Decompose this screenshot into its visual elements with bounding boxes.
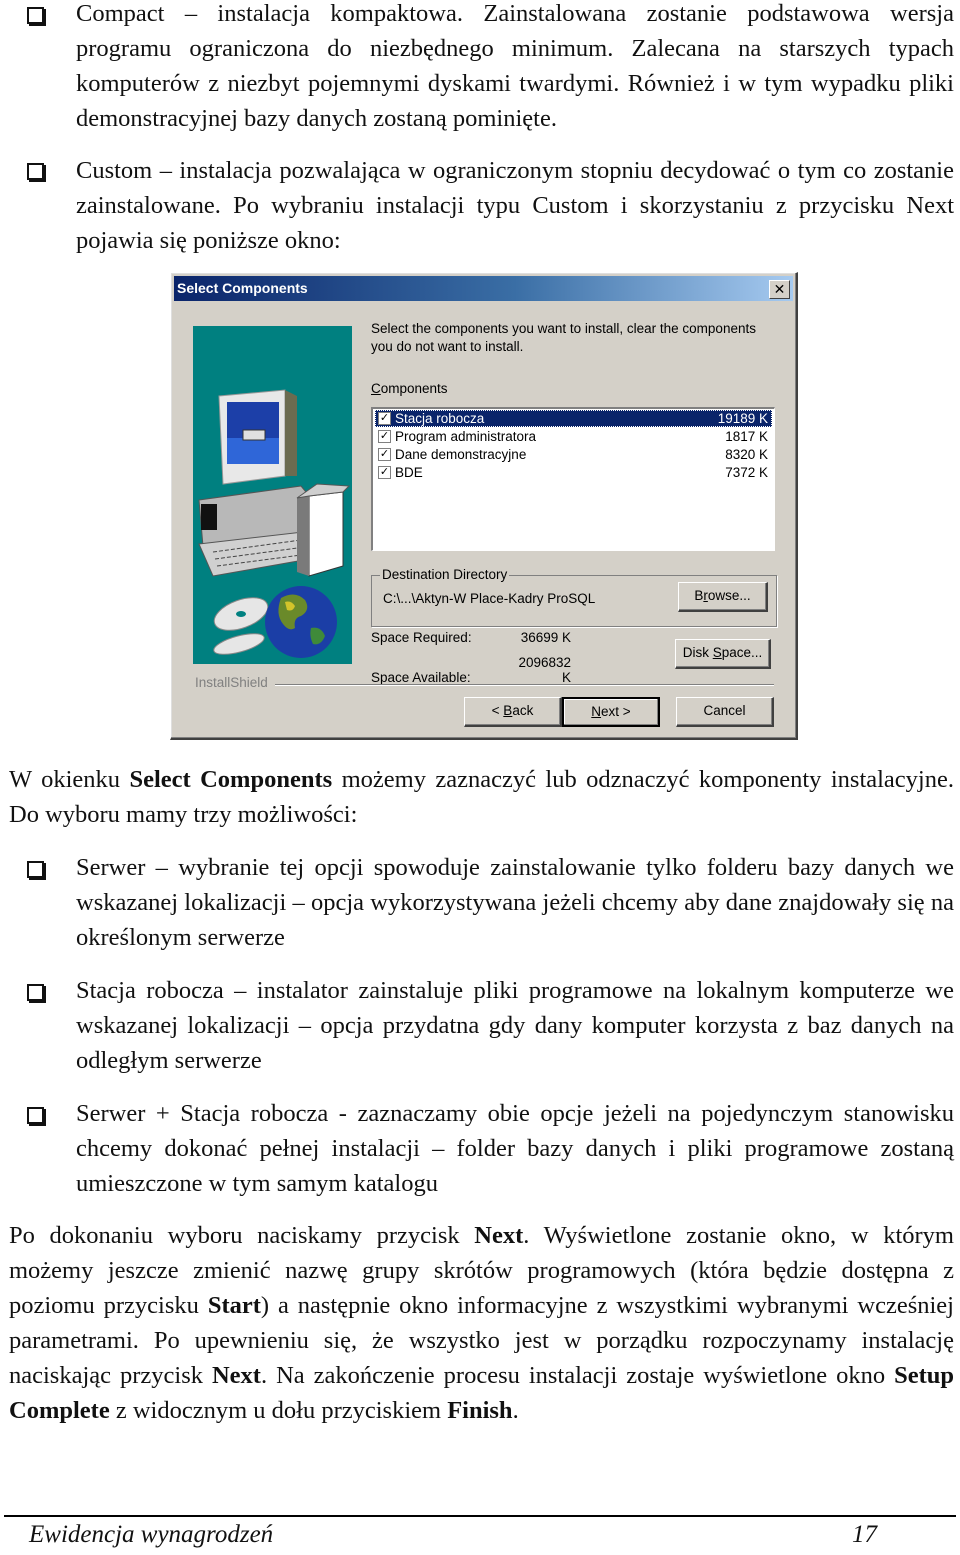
bullet-compact-text: Compact – instalacja kompaktowa. Zainsta… — [76, 0, 954, 132]
component-row[interactable]: ✓ Program administratora 1817 K — [375, 428, 772, 445]
checkbox-checked-icon[interactable]: ✓ — [378, 430, 391, 443]
dialog-title: Select Components — [177, 280, 308, 296]
back-label-accel: B — [503, 703, 513, 718]
footer-title: Ewidencja wynagrodzeń — [29, 1521, 274, 1548]
space-required-row: Space Required: 36699 K — [371, 630, 571, 645]
bold-term: Finish — [447, 1397, 513, 1424]
component-name: Dane demonstracyjne — [395, 447, 527, 462]
bold-term: Next — [474, 1222, 524, 1249]
destination-path: C:\...\Aktyn-W Place-Kadry ProSQL — [383, 591, 596, 606]
software-box-icon — [308, 491, 344, 577]
back-label-post: ack — [512, 703, 534, 718]
checkbox-bullet-icon — [27, 1107, 44, 1124]
components-list[interactable]: ✓ Stacja robocza 19189 K ✓ Program admin… — [371, 407, 775, 551]
space-available-row: Space Available: 2096832 K — [371, 655, 571, 685]
component-name: BDE — [395, 465, 423, 480]
bold-term: Start — [207, 1292, 261, 1319]
next-label-post: ext > — [601, 704, 631, 719]
component-size: 1817 K — [725, 429, 768, 444]
component-size: 19189 K — [717, 411, 768, 426]
checkbox-checked-icon[interactable]: ✓ — [378, 412, 391, 425]
component-row[interactable]: ✓ Dane demonstracyjne 8320 K — [375, 446, 772, 463]
final-paragraph: Po dokonaniu wyboru naciskamy przycisk N… — [9, 1218, 954, 1428]
text-run: W okienku — [9, 766, 130, 793]
bullet-serwer-text: Serwer – wybranie tej opcji spowoduje za… — [76, 854, 954, 951]
components-label-rest: omponents — [380, 381, 448, 396]
destination-directory-group: Destination Directory C:\...\Aktyn-W Pla… — [371, 567, 777, 627]
component-name: Stacja robocza — [395, 411, 485, 426]
components-label: Components — [371, 381, 448, 396]
component-size: 8320 K — [725, 447, 768, 462]
component-size: 7372 K — [725, 465, 768, 480]
browse-button[interactable]: Browse... — [678, 582, 768, 612]
text-run: . Na zakończenie procesu instalacji zost… — [260, 1362, 895, 1389]
checkbox-checked-icon[interactable]: ✓ — [378, 466, 391, 479]
text-run: Po dokonaniu wyboru naciskamy przycisk — [9, 1222, 475, 1249]
space-available-value: 2096832 K — [518, 655, 571, 685]
disk-label-accel: S — [712, 645, 722, 660]
dialog-titlebar: Select Components ✕ — [174, 276, 793, 301]
back-button[interactable]: < Back — [464, 697, 562, 727]
bold-term: Select Components — [129, 766, 333, 793]
checkbox-bullet-icon — [27, 7, 44, 24]
text-run: . — [512, 1397, 519, 1424]
cancel-button[interactable]: Cancel — [676, 697, 774, 727]
disk-label-post: pace... — [721, 645, 763, 660]
computer-globe-illustration — [198, 389, 351, 658]
checkbox-checked-icon[interactable]: ✓ — [378, 448, 391, 461]
space-available-label: Space Available: — [371, 670, 471, 685]
bullet-custom-text: Custom – instalacja pozwalająca w ograni… — [76, 157, 954, 254]
checkbox-bullet-icon — [27, 163, 44, 180]
back-label-pre: < — [491, 703, 504, 718]
bullet-serwer-stacja-text: Serwer + Stacja robocza - zaznaczamy obi… — [76, 1100, 954, 1197]
next-label-accel: N — [591, 704, 602, 719]
disk-space-button[interactable]: Disk Space... — [675, 639, 771, 669]
close-icon: ✕ — [773, 281, 786, 297]
globe-icon — [265, 586, 337, 658]
browse-label-pre: B — [694, 588, 704, 603]
next-button[interactable]: Next > — [562, 697, 660, 727]
page-number: 17 — [852, 1521, 877, 1548]
bullet-stacja-text: Stacja robocza – instalator zainstaluje … — [76, 977, 954, 1074]
checkbox-bullet-icon — [27, 984, 44, 1001]
disk-label-pre: Disk — [682, 645, 713, 660]
text-run: z widocznym u dołu przyciskiem — [109, 1397, 448, 1424]
installshield-artwork — [193, 326, 352, 664]
space-required-label: Space Required: — [371, 630, 472, 645]
component-row[interactable]: ✓ Stacja robocza 19189 K — [375, 410, 772, 427]
component-name: Program administratora — [395, 429, 537, 444]
select-components-dialog: Select Components ✕ Select the component… — [170, 272, 798, 740]
space-required-value: 36699 K — [520, 630, 571, 645]
instruction-text: Select the components you want to instal… — [371, 321, 756, 354]
bold-term: Next — [211, 1362, 261, 1389]
select-components-paragraph: W okienku Select Components możemy zazna… — [9, 762, 954, 832]
installshield-divider — [275, 684, 774, 686]
checkbox-bullet-icon — [27, 861, 44, 878]
browse-label-post: owse... — [707, 588, 751, 603]
component-row[interactable]: ✓ BDE 7372 K — [375, 464, 772, 481]
close-button[interactable]: ✕ — [769, 280, 790, 299]
destination-legend: Destination Directory — [380, 567, 510, 582]
installshield-label: InstallShield — [195, 675, 268, 690]
components-label-accel: C — [371, 381, 381, 396]
footer-divider — [4, 1515, 956, 1517]
